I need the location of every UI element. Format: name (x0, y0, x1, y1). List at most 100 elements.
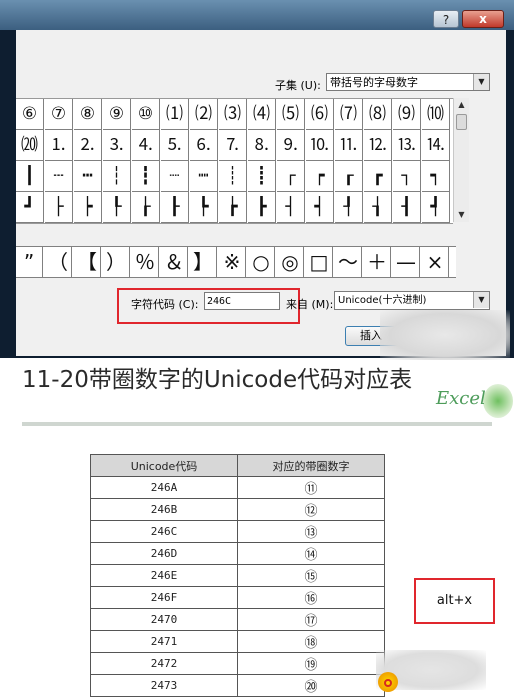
symbol-cell[interactable]: ┍ (306, 161, 334, 192)
symbol-cell[interactable]: ┐ (393, 161, 421, 192)
symbol-cell[interactable]: ┧ (364, 192, 392, 223)
symbol-cell[interactable]: ⒍ (190, 130, 218, 161)
recent-symbol-cell[interactable]: ○ (248, 247, 275, 277)
symbol-cell[interactable]: ┏ (364, 161, 392, 192)
symbol-cell[interactable]: ⑺ (335, 99, 363, 130)
symbol-cell[interactable]: ┊ (219, 161, 247, 192)
symbol-cell[interactable]: ⑴ (161, 99, 189, 130)
character-grid[interactable]: ⑥ ⑦ ⑧ ⑨ ⑩ ⑴ ⑵ ⑶ ⑷ ⑸ ⑹ ⑺ ⑻ ⑼ ⑽ ⒇ ⒈ ⒉ ⒊ ⒋ ⒌ ⒍ ⒎ ⒏ ⒐ ⒑ ⒒ ⒓ ⒔ ⒕ ┃ ┄ ┅ ┆ ┇ ┈ ┉ ┊ ┋ ┌… (16, 98, 453, 224)
symbol-cell[interactable]: ┛ (16, 192, 44, 223)
symbol-cell[interactable]: ├ (45, 192, 73, 223)
symbol-cell[interactable]: ┈ (161, 161, 189, 192)
table-header: 对应的带圈数字 (237, 454, 385, 477)
table-row: 246F ⑯ (90, 586, 385, 609)
symbol-cell[interactable]: ⑨ (103, 99, 131, 130)
symbol-cell[interactable]: ┡ (190, 192, 218, 223)
symbol-cell[interactable]: ┞ (103, 192, 131, 223)
symbol-cell[interactable]: ⒎ (219, 130, 247, 161)
symbol-cell[interactable]: ┦ (335, 192, 363, 223)
symbol-cell[interactable]: ⒇ (16, 130, 44, 161)
symbol-cell[interactable]: ⒏ (248, 130, 276, 161)
symbol-cell[interactable]: ⑧ (74, 99, 102, 130)
symbol-cell[interactable]: ⑥ (16, 99, 44, 130)
symbol-cell[interactable]: ┆ (103, 161, 131, 192)
circled-number-cell: ⑱ (237, 630, 385, 653)
symbol-cell[interactable]: ⒒ (335, 130, 363, 161)
recent-symbol-cell[interactable]: 】 (190, 247, 217, 277)
symbol-cell[interactable]: ⑸ (277, 99, 305, 130)
symbol-cell[interactable]: ┣ (248, 192, 276, 223)
symbol-cell[interactable]: ⒊ (103, 130, 131, 161)
symbol-cell[interactable]: ⒕ (422, 130, 450, 161)
recent-symbol-cell[interactable]: — (393, 247, 420, 277)
symbol-cell[interactable]: ⑩ (132, 99, 160, 130)
symbol-cell[interactable]: ⑷ (248, 99, 276, 130)
chevron-down-icon[interactable]: ▼ (473, 74, 489, 90)
subset-dropdown[interactable]: 带括号的字母数字 ▼ (326, 73, 490, 91)
recent-symbol-cell[interactable]: ～ (335, 247, 362, 277)
help-button[interactable]: ? (433, 10, 459, 28)
symbol-cell[interactable]: ┟ (132, 192, 160, 223)
symbol-cell[interactable]: ⒈ (45, 130, 73, 161)
grid-row: ┃ ┄ ┅ ┆ ┇ ┈ ┉ ┊ ┋ ┌ ┍ ┎ ┏ ┐ ┑ (16, 161, 453, 192)
recent-symbol-cell[interactable]: （ (45, 247, 72, 277)
from-dropdown[interactable]: Unicode(十六进制) ▼ (334, 291, 490, 310)
cursor-ring-icon (384, 679, 392, 687)
symbol-cell[interactable]: ┃ (16, 161, 44, 192)
page-heading: 11-20带圈数字的Unicode代码对应表 (22, 367, 413, 393)
subset-value: 带括号的字母数字 (330, 76, 418, 89)
recent-symbol-cell[interactable]: ” (16, 247, 43, 277)
recent-symbol-cell[interactable]: ※ (219, 247, 246, 277)
symbol-cell[interactable]: ┨ (393, 192, 421, 223)
recent-symbol-cell[interactable]: ＋ (364, 247, 391, 277)
recent-symbol-cell[interactable]: □ (306, 247, 333, 277)
recent-symbol-cell[interactable]: × (422, 247, 449, 277)
symbol-cell[interactable]: ┅ (74, 161, 102, 192)
symbol-cell[interactable]: ⒔ (393, 130, 421, 161)
symbol-cell[interactable]: ⑹ (306, 99, 334, 130)
unicode-code-cell: 246E (90, 564, 238, 587)
chevron-down-icon[interactable]: ▼ (473, 292, 489, 308)
symbol-cell[interactable]: ⒐ (277, 130, 305, 161)
symbol-cell[interactable]: ┎ (335, 161, 363, 192)
recent-symbol-cell[interactable]: ＆ (161, 247, 188, 277)
symbol-cell[interactable]: ┄ (45, 161, 73, 192)
unicode-code-cell: 246B (90, 498, 238, 521)
circled-number-cell: ⑯ (237, 586, 385, 609)
scroll-down-icon[interactable]: ▼ (454, 208, 469, 222)
grid-scrollbar[interactable]: ▲ ▼ (453, 98, 469, 222)
symbol-cell[interactable]: ⒓ (364, 130, 392, 161)
symbol-cell[interactable]: ⑻ (364, 99, 392, 130)
recent-symbol-cell[interactable]: ◎ (277, 247, 304, 277)
symbol-cell[interactable]: ⑦ (45, 99, 73, 130)
symbol-cell[interactable]: ┥ (306, 192, 334, 223)
symbol-cell[interactable]: ⒌ (161, 130, 189, 161)
table-row: 2473 ⑳ (90, 674, 385, 697)
symbol-cell[interactable]: ┠ (161, 192, 189, 223)
symbol-cell[interactable]: ⒉ (74, 130, 102, 161)
symbol-cell[interactable]: ┝ (74, 192, 102, 223)
recent-symbol-cell[interactable]: ） (103, 247, 130, 277)
symbol-cell[interactable]: ┌ (277, 161, 305, 192)
symbol-cell[interactable]: ┉ (190, 161, 218, 192)
symbol-cell[interactable]: ┢ (219, 192, 247, 223)
symbol-cell[interactable]: ⒑ (306, 130, 334, 161)
recent-symbol-cell[interactable]: ％ (132, 247, 159, 277)
symbol-cell[interactable]: ┋ (248, 161, 276, 192)
symbol-cell[interactable]: ┩ (422, 192, 450, 223)
symbol-cell[interactable]: ⑵ (190, 99, 218, 130)
symbol-cell[interactable]: ┑ (422, 161, 450, 192)
symbol-cell[interactable]: ⑶ (219, 99, 247, 130)
symbol-cell[interactable]: ⑼ (393, 99, 421, 130)
recent-symbol-cell[interactable]: 【 (74, 247, 101, 277)
symbol-cell[interactable]: ⑽ (422, 99, 450, 130)
symbol-cell[interactable]: ⒋ (132, 130, 160, 161)
scroll-up-icon[interactable]: ▲ (454, 98, 469, 112)
symbol-cell[interactable]: ┇ (132, 161, 160, 192)
close-button[interactable]: x (462, 10, 504, 28)
unicode-code-cell: 2470 (90, 608, 238, 631)
symbol-cell[interactable]: ┤ (277, 192, 305, 223)
table-row: 246C ⑬ (90, 520, 385, 543)
scroll-thumb[interactable] (456, 114, 467, 130)
unicode-code-cell: 2472 (90, 652, 238, 675)
